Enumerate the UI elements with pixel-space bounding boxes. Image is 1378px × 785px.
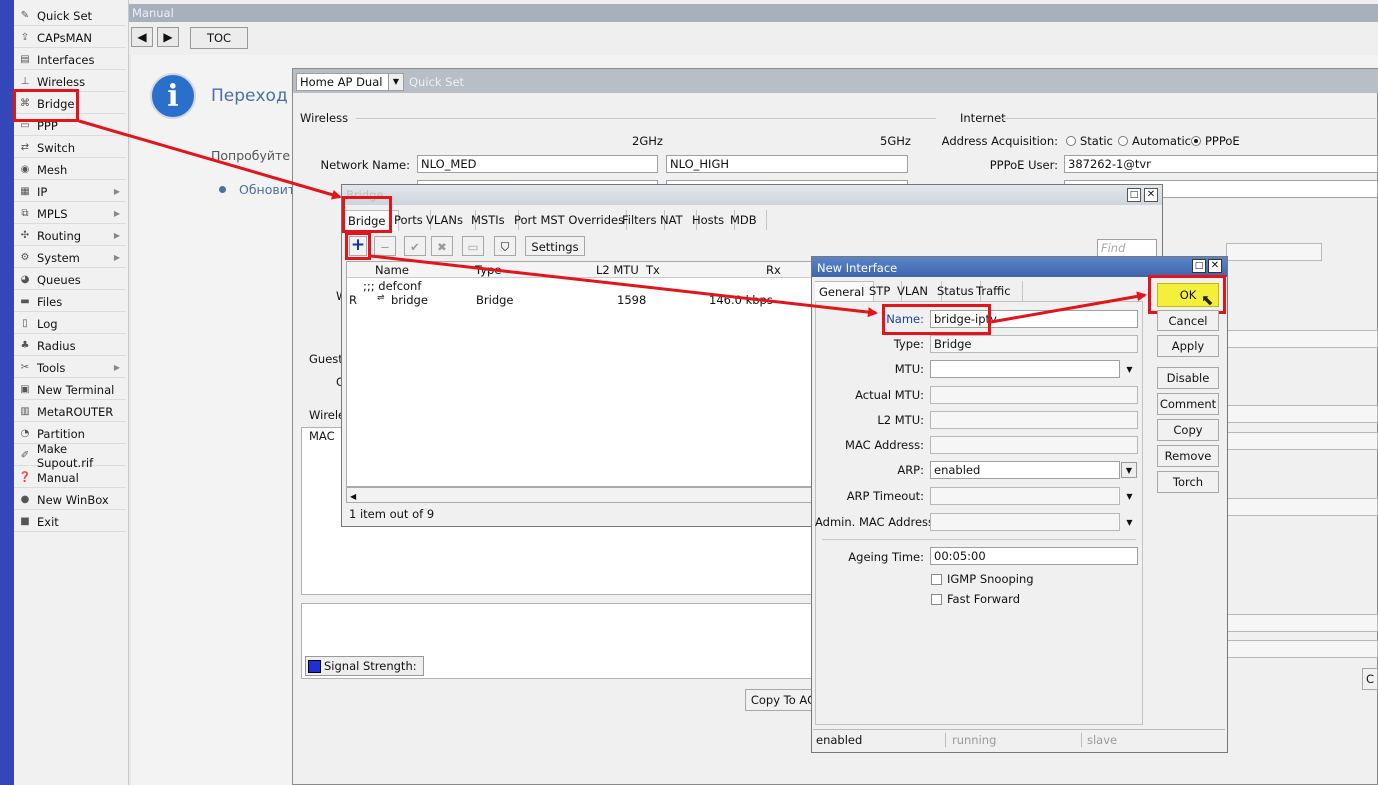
arrow-name-to-ok	[990, 291, 1147, 324]
arrow-add-to-name	[370, 254, 878, 318]
annotation-arrows	[78, 119, 1147, 324]
arrow-menu-to-tab	[78, 119, 342, 200]
